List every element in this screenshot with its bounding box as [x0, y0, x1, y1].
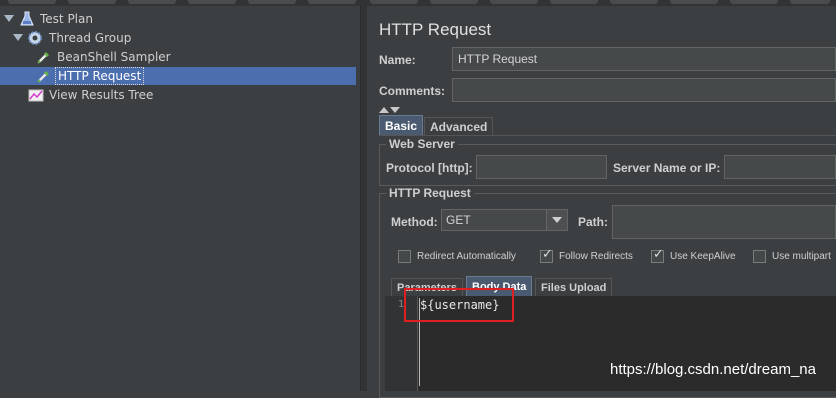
http-request-panel: HTTP Request Name: HTTP Request Comments… — [367, 6, 836, 398]
protocol-label: Protocol [http]: — [386, 161, 473, 175]
web-server-title: Web Server — [386, 137, 458, 151]
use-keepalive-label: Use KeepAlive — [670, 251, 736, 262]
tree-item-label: BeanShell Sampler — [57, 50, 171, 64]
name-field[interactable]: HTTP Request — [452, 47, 836, 71]
tree-item-test-plan[interactable]: Test Plan — [0, 10, 358, 28]
method-label: Method: — [391, 215, 438, 229]
protocol-field[interactable] — [476, 155, 607, 179]
test-plan-tree: Test Plan Thread Group BeanShell Sampler… — [0, 6, 361, 391]
tab-divider — [379, 135, 836, 136]
tree-item-label: Test Plan — [40, 12, 93, 26]
http-request-group-title: HTTP Request — [386, 186, 474, 200]
follow-redirects-checkbox[interactable] — [540, 247, 553, 263]
tab-advanced[interactable]: Advanced — [424, 117, 494, 135]
use-multipart-checkbox[interactable] — [753, 250, 766, 263]
method-value: GET — [446, 213, 471, 227]
watermark-text: https://blog.csdn.net/dream_na — [610, 361, 816, 378]
pipette-icon — [36, 68, 52, 84]
tree-item-beanshell-sampler[interactable]: BeanShell Sampler — [0, 48, 358, 66]
path-field[interactable] — [612, 205, 836, 239]
tab-files-upload[interactable]: Files Upload — [535, 278, 613, 296]
follow-redirects-label: Follow Redirects — [559, 251, 633, 262]
comments-label: Comments: — [379, 84, 446, 98]
annotation-highlight-box — [404, 288, 514, 322]
name-label: Name: — [379, 53, 416, 67]
collapse-toggle[interactable] — [379, 102, 401, 116]
use-keepalive-checkbox[interactable] — [651, 247, 664, 263]
method-select[interactable]: GET — [441, 209, 568, 231]
tree-item-thread-group[interactable]: Thread Group — [0, 29, 358, 47]
tree-item-label: HTTP Request — [55, 67, 145, 85]
tree-item-http-request[interactable]: HTTP Request — [0, 67, 356, 85]
use-multipart-label: Use multipart — [772, 251, 831, 262]
tab-basic[interactable]: Basic — [379, 115, 424, 135]
collapse-up-icon[interactable] — [379, 107, 389, 113]
page-title: HTTP Request — [379, 20, 492, 39]
expand-down-icon[interactable] — [390, 107, 400, 113]
redirect-automatically-checkbox[interactable] — [398, 250, 411, 263]
chart-icon — [28, 87, 44, 103]
tree-item-label: View Results Tree — [49, 88, 154, 102]
path-label: Path: — [578, 215, 608, 229]
gear-icon — [27, 30, 43, 46]
chevron-down-icon[interactable] — [546, 210, 567, 230]
tree-item-view-results-tree[interactable]: View Results Tree — [0, 86, 358, 104]
comments-field[interactable] — [452, 78, 836, 102]
expand-arrow-icon[interactable] — [13, 34, 23, 41]
flask-icon — [19, 11, 35, 27]
expand-arrow-icon[interactable] — [4, 15, 14, 22]
redirect-automatically-label: Redirect Automatically — [417, 251, 516, 262]
pipette-icon — [36, 49, 52, 65]
server-name-label: Server Name or IP: — [613, 161, 721, 175]
tree-item-label: Thread Group — [49, 31, 132, 45]
server-name-field[interactable] — [724, 155, 836, 179]
